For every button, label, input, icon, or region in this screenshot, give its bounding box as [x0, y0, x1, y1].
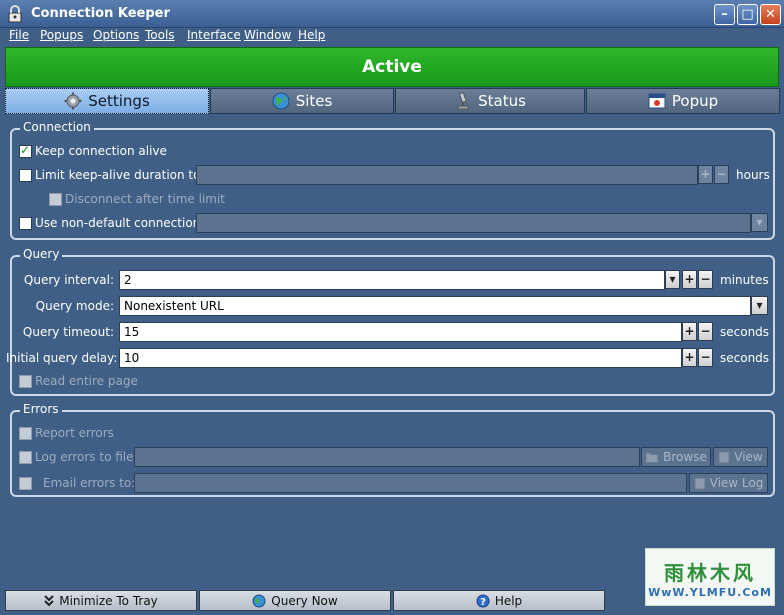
view-log-button[interactable]: View Log: [689, 473, 768, 493]
globe-icon: [272, 92, 290, 110]
initial-delay-field[interactable]: 10: [119, 348, 682, 368]
query-legend: Query: [20, 247, 63, 261]
tab-popup[interactable]: Popup: [586, 88, 780, 114]
tab-settings[interactable]: Settings: [5, 88, 209, 114]
gear-icon: [64, 92, 82, 110]
disconnect-after-checkbox[interactable]: [49, 193, 62, 206]
query-now-button[interactable]: Query Now: [199, 590, 391, 611]
menu-tools[interactable]: Tools: [145, 28, 175, 42]
limit-duration-field[interactable]: [196, 165, 698, 185]
non-default-connection-checkbox[interactable]: [19, 217, 32, 230]
non-default-connection-select[interactable]: [196, 213, 751, 233]
delay-unit-label: seconds: [720, 351, 770, 365]
browse-button-label: Browse: [663, 450, 707, 464]
title-bar: Connection Keeper – □ ✕: [0, 0, 784, 28]
email-errors-label: Email errors to:: [43, 476, 136, 490]
interval-unit-label: minutes: [720, 273, 769, 287]
browse-button[interactable]: Browse: [641, 447, 711, 467]
help-button[interactable]: ? Help: [393, 590, 605, 611]
duration-decrement-button[interactable]: −: [714, 165, 729, 184]
delay-increment-button[interactable]: +: [682, 348, 697, 367]
tab-status-label: Status: [478, 92, 526, 110]
interval-increment-button[interactable]: +: [682, 270, 697, 289]
query-timeout-field[interactable]: 15: [119, 322, 682, 342]
read-entire-page-label: Read entire page: [35, 374, 138, 388]
help-icon: ?: [476, 594, 490, 608]
minimize-window-button[interactable]: –: [714, 4, 735, 25]
timeout-decrement-button[interactable]: −: [698, 322, 713, 341]
query-interval-field[interactable]: 2: [119, 270, 665, 290]
maximize-window-button[interactable]: □: [737, 4, 758, 25]
padlock-icon: [8, 5, 22, 23]
menu-help[interactable]: Help: [298, 28, 325, 42]
view-button-label: View: [734, 450, 763, 464]
status-banner: Active: [5, 47, 779, 87]
minimize-to-tray-label: Minimize To Tray: [59, 593, 158, 608]
minimize-to-tray-button[interactable]: Minimize To Tray: [5, 590, 197, 611]
hours-unit-label: hours: [736, 168, 770, 182]
view-button[interactable]: View: [713, 447, 768, 467]
email-errors-checkbox[interactable]: [19, 477, 32, 490]
menu-bar: File Popups Options Tools Interface Wind…: [0, 28, 784, 44]
help-button-label: Help: [494, 593, 523, 608]
connection-legend: Connection: [20, 120, 94, 134]
watermark-text: 雨林木风: [664, 561, 756, 585]
double-arrow-down-icon: [44, 594, 54, 606]
chevron-down-icon[interactable]: ▾: [751, 296, 768, 315]
microscope-icon: [457, 92, 469, 110]
watermark-url: WwW.YLMFU.CoM: [648, 586, 772, 599]
globe-icon: [252, 594, 266, 607]
tab-popup-label: Popup: [671, 92, 719, 110]
menu-window[interactable]: Window: [244, 28, 291, 42]
chevron-down-icon[interactable]: ▾: [665, 270, 680, 289]
log-errors-checkbox[interactable]: [19, 451, 32, 464]
tab-sites-label: Sites: [295, 92, 333, 110]
folder-icon: [645, 452, 659, 463]
timeout-increment-button[interactable]: +: [682, 322, 697, 341]
document-icon: [694, 477, 706, 489]
document-icon: [718, 451, 730, 463]
query-interval-label: Query interval:: [23, 273, 114, 287]
menu-interface[interactable]: Interface: [187, 28, 241, 42]
report-errors-checkbox[interactable]: [19, 427, 32, 440]
non-default-connection-label: Use non-default connection:: [35, 216, 205, 230]
query-mode-label: Query mode:: [35, 299, 114, 313]
limit-duration-checkbox[interactable]: [19, 169, 32, 182]
svg-text:?: ?: [480, 597, 486, 608]
read-entire-page-checkbox[interactable]: [19, 375, 32, 388]
window-title: Connection Keeper: [31, 6, 170, 21]
timeout-unit-label: seconds: [720, 325, 770, 339]
watermark-logo: 雨林木风 WwW.YLMFU.CoM: [645, 548, 775, 606]
log-errors-label: Log errors to file:: [35, 450, 138, 464]
menu-options[interactable]: Options: [93, 28, 139, 42]
disconnect-after-label: Disconnect after time limit: [65, 192, 226, 206]
limit-duration-label: Limit keep-alive duration to:: [35, 168, 205, 182]
report-errors-label: Report errors: [35, 426, 114, 440]
log-file-field[interactable]: [134, 447, 640, 467]
menu-popups[interactable]: Popups: [40, 28, 83, 42]
duration-increment-button[interactable]: +: [698, 165, 713, 184]
delay-decrement-button[interactable]: −: [698, 348, 713, 367]
view-log-button-label: View Log: [709, 476, 764, 490]
popup-window-icon: [648, 93, 666, 109]
keep-alive-checkbox[interactable]: [19, 143, 32, 158]
errors-legend: Errors: [20, 402, 62, 416]
query-now-label: Query Now: [271, 593, 338, 608]
tab-status[interactable]: Status: [395, 88, 585, 114]
initial-delay-label: Initial query delay:: [6, 351, 118, 365]
close-window-button[interactable]: ✕: [760, 4, 781, 25]
query-mode-select[interactable]: Nonexistent URL: [119, 296, 751, 316]
keep-alive-label: Keep connection alive: [35, 144, 167, 158]
tab-sites[interactable]: Sites: [210, 88, 394, 114]
tab-settings-label: Settings: [88, 92, 150, 110]
email-errors-field[interactable]: [134, 473, 687, 493]
query-timeout-label: Query timeout:: [22, 325, 114, 339]
interval-decrement-button[interactable]: −: [698, 270, 713, 289]
menu-file[interactable]: File: [9, 28, 29, 42]
chevron-down-icon[interactable]: ▾: [751, 213, 768, 232]
